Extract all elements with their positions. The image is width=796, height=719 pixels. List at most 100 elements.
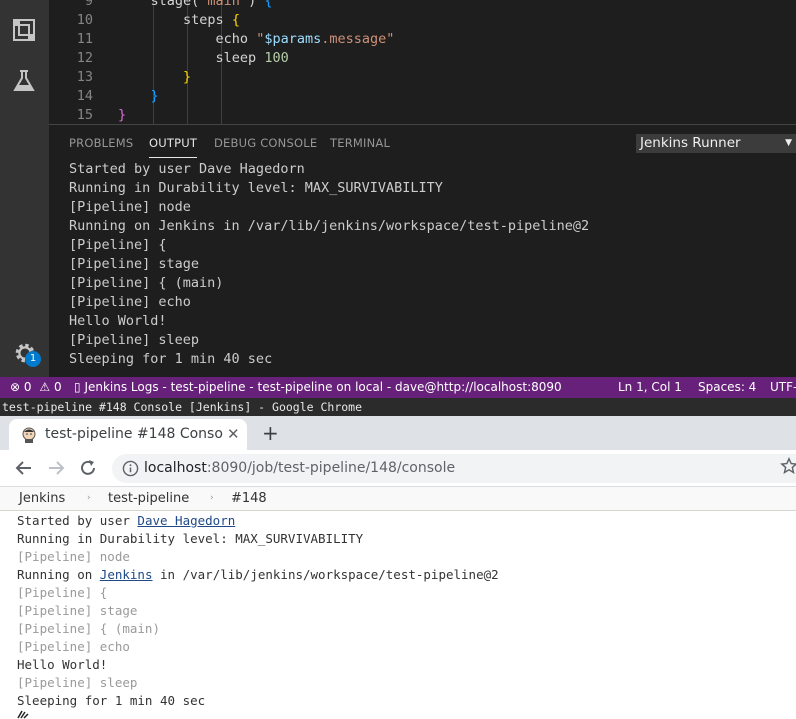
code-token: stage( (150, 0, 200, 9)
output-line: [Pipeline] { (69, 237, 167, 253)
console-link[interactable]: Dave Hagedorn (137, 513, 235, 528)
line-number: 11 (76, 31, 93, 47)
console-line: [Pipeline] { (17, 585, 108, 600)
code-editor[interactable]: 9 stage("main") {10 steps {11 echo "$par… (49, 0, 796, 124)
extensions-icon[interactable] (12, 18, 36, 42)
breadcrumb-build[interactable]: #148 (231, 487, 267, 510)
code-line: 12 sleep 100 (49, 49, 796, 68)
output-line: Hello World! (69, 313, 167, 329)
output-log: Started by user Dave Hagedorn Running in … (69, 160, 589, 369)
code-text: steps { (118, 11, 240, 30)
code-text: } (118, 87, 159, 106)
output-line: [Pipeline] echo (69, 294, 191, 310)
window-title: test-pipeline #148 Console [Jenkins] - G… (0, 398, 796, 416)
chevron-right-icon: › (87, 493, 91, 503)
tab-debug-console[interactable]: DEBUG CONSOLE (214, 136, 317, 158)
url-path: :8090/job/test-pipeline/148/console (206, 460, 456, 476)
line-number: 12 (76, 50, 93, 66)
code-token: ) (248, 0, 265, 9)
browser-toolbar: localhost:8090/job/test-pipeline/148/con… (0, 450, 796, 487)
info-icon[interactable] (122, 460, 139, 477)
new-tab-button[interactable]: + (262, 416, 279, 450)
output-line: [Pipeline] stage (69, 256, 200, 272)
error-icon: ⊗ (10, 380, 21, 394)
console-line: Started by user Dave Hagedorn (17, 513, 236, 528)
code-token: .message" (321, 31, 395, 47)
code-token: } (183, 69, 192, 85)
output-line: [Pipeline] sleep (69, 332, 200, 348)
console-line: Running in Durability level: MAX_SURVIVA… (17, 531, 364, 546)
code-line: 14 } (49, 87, 796, 106)
address-bar[interactable]: localhost:8090/job/test-pipeline/148/con… (112, 454, 796, 483)
code-text: stage("main") { (118, 0, 273, 11)
console-line: Hello World! (17, 657, 108, 672)
document-icon: ▯ (74, 380, 81, 394)
console-line: [Pipeline] node (17, 549, 130, 564)
tab-title: test-pipeline #148 Console [Jenkins] (45, 426, 223, 442)
code-token: { (264, 0, 273, 9)
tab-output[interactable]: OUTPUT (149, 136, 198, 158)
warning-count: 0 (53, 380, 62, 394)
bookmark-star-icon[interactable] (780, 457, 796, 475)
code-token: sleep (215, 50, 265, 66)
notification-badge: 1 (25, 351, 41, 367)
vscode-window: 9 stage("main") {10 steps {11 echo "$par… (0, 0, 796, 398)
console-link[interactable]: Jenkins (100, 567, 153, 582)
console-output: Started by user Dave Hagedorn Running in … (17, 512, 499, 710)
close-icon[interactable]: ✕ (227, 419, 240, 450)
jenkins-logs-status[interactable]: ▯ Jenkins Logs - test-pipeline - test-pi… (74, 377, 562, 397)
breadcrumb-test-pipeline[interactable]: test-pipeline (108, 487, 189, 510)
tab-problems[interactable]: PROBLEMS (69, 136, 133, 158)
output-line: [Pipeline] node (69, 199, 191, 215)
line-number: 9 (84, 0, 93, 9)
spinner-icon (17, 710, 29, 719)
encoding-status[interactable]: UTF-8 (770, 377, 796, 397)
code-token: { (231, 12, 240, 28)
jenkins-favicon-icon (22, 427, 36, 443)
bottom-panel: PROBLEMS OUTPUT DEBUG CONSOLE TERMINAL J… (49, 124, 796, 377)
forward-arrow-icon[interactable] (46, 458, 66, 478)
reload-icon[interactable] (78, 458, 98, 478)
code-token: steps (183, 12, 232, 28)
url-text: localhost:8090/job/test-pipeline/148/con… (144, 454, 455, 483)
cursor-position[interactable]: Ln 1, Col 1 (618, 377, 682, 397)
test-flask-icon[interactable] (12, 69, 36, 93)
activity-bar (0, 0, 49, 377)
chrome-window: test-pipeline #148 Console [Jenkins] - G… (0, 398, 796, 719)
output-line: Started by user Dave Hagedorn (69, 161, 305, 177)
output-line: Sleeping for 1 min 40 sec (69, 351, 273, 367)
tab-terminal[interactable]: TERMINAL (330, 136, 390, 158)
breadcrumb: Jenkins › test-pipeline › #148 (0, 487, 796, 511)
jenkins-logs-label: Jenkins Logs - test-pipeline - test-pipe… (84, 380, 562, 394)
output-line: Running on Jenkins in /var/lib/jenkins/w… (69, 218, 590, 234)
problems-status[interactable]: ⊗ 0 ⚠ 0 (10, 377, 62, 397)
output-line: Running in Durability level: MAX_SURVIVA… (69, 180, 443, 196)
console-line: Sleeping for 1 min 40 sec (17, 693, 206, 708)
line-number: 15 (76, 107, 93, 123)
tab-strip: test-pipeline #148 Console [Jenkins] ✕ (0, 416, 796, 450)
code-token: "main" (199, 0, 249, 9)
url-host: localhost (144, 460, 207, 476)
back-arrow-icon[interactable] (14, 458, 34, 478)
dropdown-arrow-icon: ▼ (785, 138, 792, 148)
output-channel-label: Jenkins Runner (640, 135, 741, 151)
breadcrumb-jenkins[interactable]: Jenkins (19, 487, 65, 510)
browser-tab[interactable]: test-pipeline #148 Console [Jenkins] ✕ (9, 419, 247, 450)
output-channel-select[interactable]: Jenkins Runner ▼ (636, 134, 796, 153)
console-line: Running on Jenkins in /var/lib/jenkins/w… (17, 567, 499, 582)
chevron-right-icon: › (210, 493, 214, 503)
line-number: 13 (76, 69, 93, 85)
status-bar: ⊗ 0 ⚠ 0 ▯ Jenkins Logs - test-pipeline -… (0, 377, 796, 398)
code-token: echo (215, 31, 257, 47)
code-line: 9 stage("main") { (49, 0, 796, 11)
code-token: $params (264, 31, 322, 47)
error-count: 0 (23, 380, 32, 394)
panel-tabs: PROBLEMS OUTPUT DEBUG CONSOLE TERMINAL J… (49, 125, 796, 158)
code-token: 100 (264, 50, 289, 66)
code-line: 15} (49, 106, 796, 124)
indentation-status[interactable]: Spaces: 4 (698, 377, 756, 397)
output-line: [Pipeline] { (main) (69, 275, 224, 291)
line-number: 10 (76, 12, 93, 28)
code-text: } (118, 68, 191, 87)
code-token: } (150, 88, 159, 104)
